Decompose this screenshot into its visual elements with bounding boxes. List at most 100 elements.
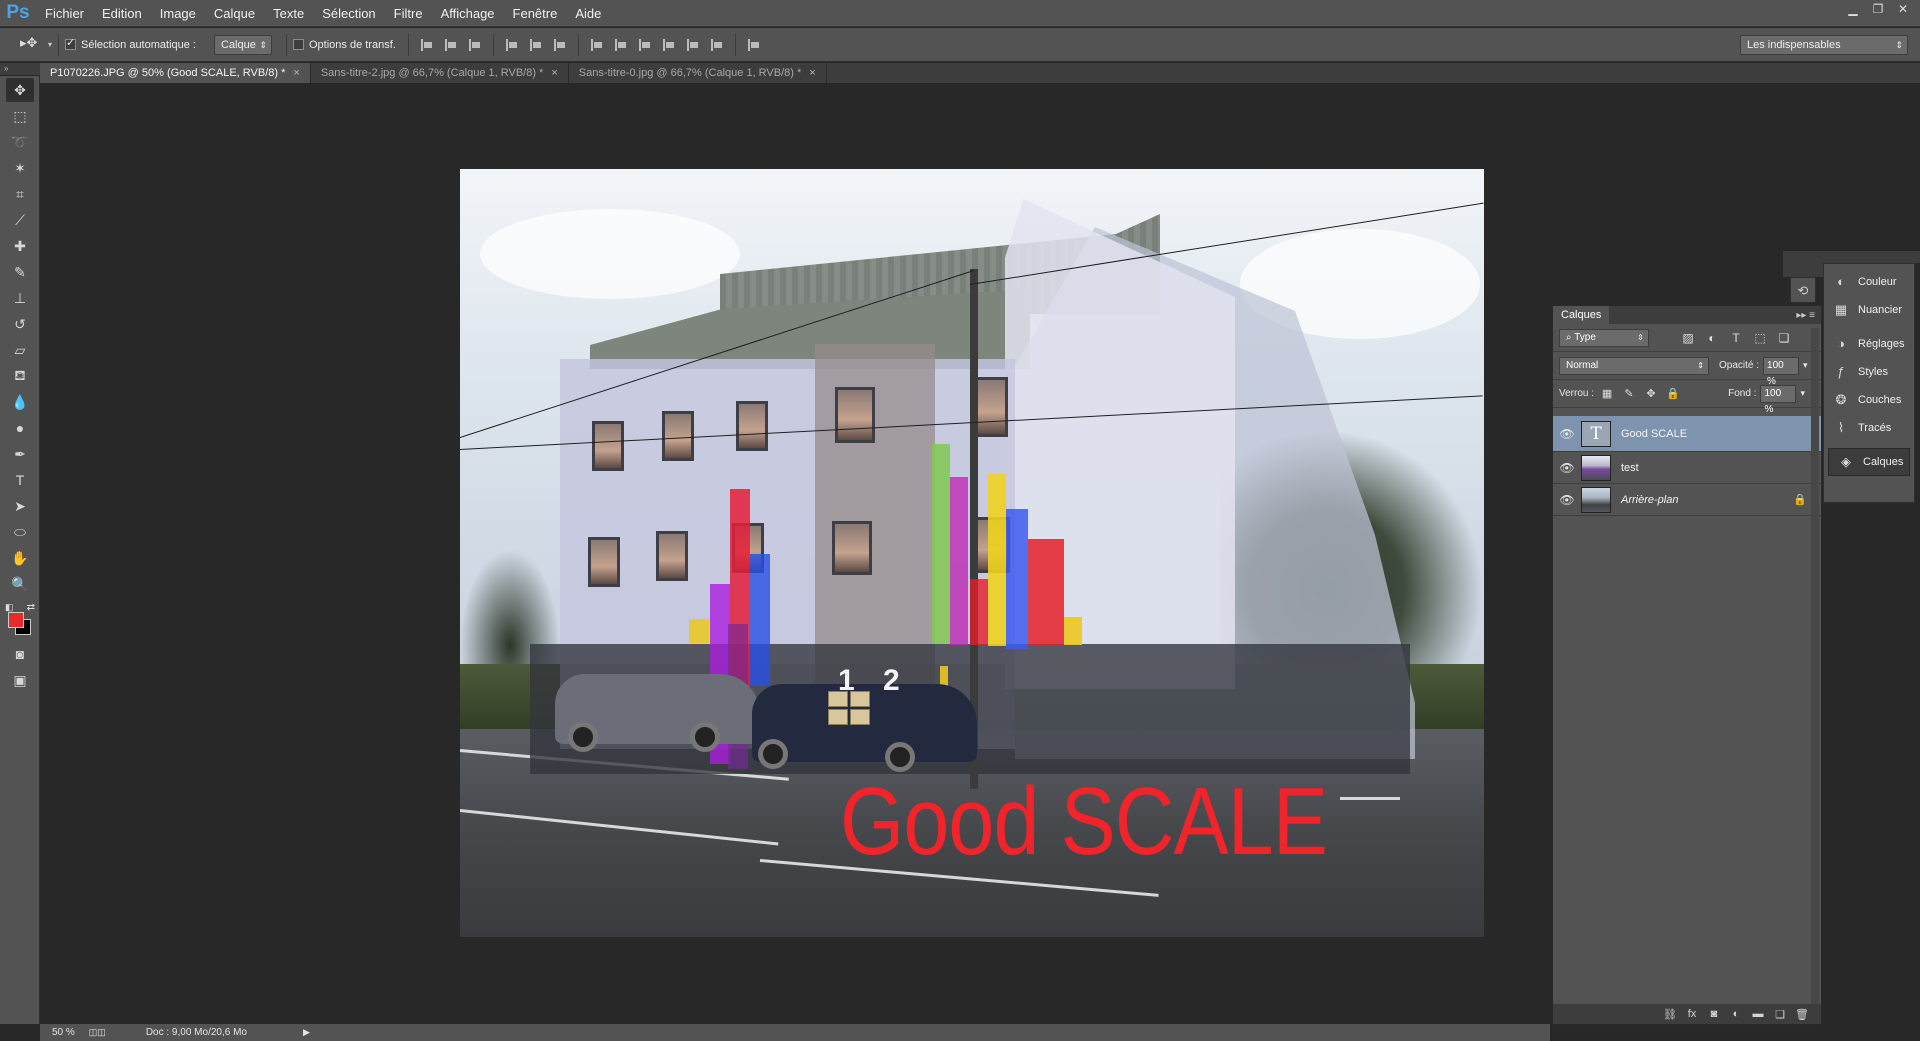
auto-align-layers-icon[interactable] bbox=[744, 35, 764, 55]
blend-mode-select[interactable]: Normal ⇕ bbox=[1559, 356, 1709, 375]
menu-selection[interactable]: Sélection bbox=[313, 0, 384, 27]
distribute-right-icon[interactable] bbox=[707, 35, 727, 55]
filter-shape-icon[interactable]: ⬚ bbox=[1751, 330, 1769, 346]
dodge-icon[interactable]: ● bbox=[6, 416, 34, 440]
tab-close-icon[interactable]: × bbox=[293, 67, 299, 79]
filter-type-icon[interactable]: T bbox=[1727, 330, 1745, 346]
visibility-eye-icon[interactable]: 👁 bbox=[1553, 427, 1581, 441]
history-panel-icon[interactable]: ⟲ bbox=[1790, 277, 1816, 303]
menu-affichage[interactable]: Affichage bbox=[432, 0, 504, 27]
toolbox-collapse-icon[interactable]: » bbox=[0, 63, 40, 75]
visibility-eye-icon[interactable]: 👁 bbox=[1553, 493, 1581, 507]
align-right-icon[interactable] bbox=[550, 35, 570, 55]
menu-texte[interactable]: Texte bbox=[264, 0, 313, 27]
restore-button[interactable]: ❐ bbox=[1867, 0, 1889, 18]
new-group-icon[interactable]: ▬ bbox=[1747, 1008, 1769, 1020]
align-bottom-icon[interactable] bbox=[465, 35, 485, 55]
opacity-dropdown-icon[interactable]: ▾ bbox=[1803, 360, 1808, 371]
panel-reglages[interactable]: ◑ Réglages bbox=[1824, 330, 1914, 358]
swap-colors-icon[interactable]: ⇄ bbox=[27, 602, 35, 613]
lock-all-icon[interactable]: 🔒 bbox=[1664, 386, 1682, 402]
healing-brush-icon[interactable]: ✚ bbox=[6, 234, 34, 258]
lock-pixels-icon[interactable]: ✎ bbox=[1620, 386, 1638, 402]
panel-nuancier[interactable]: ▦ Nuancier bbox=[1824, 296, 1914, 324]
menu-edition[interactable]: Edition bbox=[93, 0, 151, 27]
quick-mask-icon[interactable]: ◙ bbox=[6, 642, 34, 666]
workspace-select[interactable]: Les indispensables bbox=[1740, 34, 1908, 55]
auto-select-checkbox[interactable] bbox=[65, 36, 77, 50]
menu-calque[interactable]: Calque bbox=[205, 0, 264, 27]
move-tool-icon[interactable]: ✥ bbox=[6, 78, 34, 102]
menu-fichier[interactable]: Fichier bbox=[36, 0, 93, 27]
path-selection-icon[interactable]: ➤ bbox=[6, 494, 34, 518]
document-tab[interactable]: Sans-titre-0.jpg @ 66,7% (Calque 1, RVB/… bbox=[568, 63, 827, 83]
new-layer-icon[interactable]: ❏ bbox=[1769, 1008, 1791, 1021]
panel-styles[interactable]: ƒ Styles bbox=[1824, 358, 1914, 386]
zoom-icon[interactable]: 🔍 bbox=[6, 572, 34, 596]
menu-filtre[interactable]: Filtre bbox=[385, 0, 432, 27]
menu-image[interactable]: Image bbox=[151, 0, 205, 27]
pen-icon[interactable]: ✒ bbox=[6, 442, 34, 466]
fill-input[interactable]: 100 % bbox=[1760, 384, 1797, 415]
panel-couches[interactable]: ❂ Couches bbox=[1824, 386, 1914, 414]
auto-select-target-select[interactable]: Calque bbox=[213, 34, 272, 55]
preset-dropdown-icon[interactable]: ▾ bbox=[48, 40, 52, 49]
layer-filter-select[interactable]: ⌕ Type ⇕ bbox=[1559, 328, 1649, 347]
hand-icon[interactable]: ✋ bbox=[6, 546, 34, 570]
brush-icon[interactable]: ✎ bbox=[6, 260, 34, 284]
panel-scrollbar[interactable] bbox=[1811, 328, 1819, 1008]
align-top-icon[interactable] bbox=[417, 35, 437, 55]
document-tab[interactable]: P1070226.JPG @ 50% (Good SCALE, RVB/8) *… bbox=[40, 63, 311, 83]
crop-icon[interactable]: ⌗ bbox=[6, 182, 34, 206]
align-hcenter-icon[interactable] bbox=[526, 35, 546, 55]
panel-menu-icon[interactable]: ▸▸ ≡ bbox=[1796, 310, 1815, 321]
close-window-button[interactable]: ✕ bbox=[1892, 0, 1914, 18]
paint-bucket-icon[interactable]: ⛾ bbox=[6, 364, 34, 388]
lasso-icon[interactable]: ➰ bbox=[6, 130, 34, 154]
move-tool-preset-icon[interactable]: ▸✥ bbox=[20, 35, 42, 55]
distribute-top-icon[interactable] bbox=[587, 35, 607, 55]
opacity-input[interactable]: 100 % bbox=[1763, 356, 1800, 387]
align-left-icon[interactable] bbox=[502, 35, 522, 55]
distribute-left-icon[interactable] bbox=[659, 35, 679, 55]
panel-traces[interactable]: ⌇ Tracés bbox=[1824, 414, 1914, 442]
distribute-hcenter-icon[interactable] bbox=[683, 35, 703, 55]
layer-row-arriere-plan[interactable]: 👁 Arrière-plan 🔒 bbox=[1553, 484, 1821, 516]
clone-stamp-icon[interactable]: ⊥ bbox=[6, 286, 34, 310]
document-canvas[interactable]: 1 2 Good SCALE bbox=[460, 169, 1484, 937]
menu-aide[interactable]: Aide bbox=[566, 0, 610, 27]
tab-close-icon[interactable]: × bbox=[551, 67, 557, 79]
new-adjustment-icon[interactable]: ◐ bbox=[1725, 1008, 1747, 1020]
blur-icon[interactable]: 💧 bbox=[6, 390, 34, 414]
type-tool-icon[interactable]: T bbox=[6, 468, 34, 492]
panel-couleur[interactable]: ◐ Couleur bbox=[1824, 268, 1914, 296]
zoom-level[interactable]: 50 % bbox=[52, 1027, 75, 1038]
layers-panel-tab[interactable]: Calques bbox=[1553, 306, 1610, 324]
layer-row-test[interactable]: 👁 test bbox=[1553, 452, 1821, 484]
distribute-bottom-icon[interactable] bbox=[635, 35, 655, 55]
screen-mode-icon[interactable]: ▣ bbox=[6, 668, 34, 692]
eyedropper-icon[interactable]: ⟋ bbox=[6, 208, 34, 232]
tab-close-icon[interactable]: × bbox=[809, 67, 815, 79]
minimize-button[interactable]: ▁ bbox=[1842, 0, 1864, 18]
magic-wand-icon[interactable]: ✶ bbox=[6, 156, 34, 180]
filter-smart-object-icon[interactable]: ❏ bbox=[1775, 330, 1793, 346]
filter-adjustment-icon[interactable]: ◐ bbox=[1703, 330, 1721, 346]
rectangular-marquee-icon[interactable]: ⬚ bbox=[6, 104, 34, 128]
menu-fenetre[interactable]: Fenêtre bbox=[504, 0, 567, 27]
visibility-eye-icon[interactable]: 👁 bbox=[1553, 461, 1581, 475]
distribute-vcenter-icon[interactable] bbox=[611, 35, 631, 55]
layer-row-good-scale[interactable]: 👁 T Good SCALE bbox=[1553, 416, 1821, 452]
status-menu-arrow-icon[interactable]: ▶ bbox=[303, 1027, 310, 1038]
filter-pixel-icon[interactable]: ▨ bbox=[1679, 330, 1697, 346]
foreground-color-swatch[interactable] bbox=[8, 612, 24, 628]
status-info-icon[interactable]: ◫◫ bbox=[89, 1027, 106, 1038]
good-scale-text-layer[interactable]: Good SCALE bbox=[840, 774, 1328, 870]
history-brush-icon[interactable]: ↺ bbox=[6, 312, 34, 336]
eraser-icon[interactable]: ▱ bbox=[6, 338, 34, 362]
transform-options-checkbox[interactable] bbox=[292, 39, 304, 50]
ellipse-icon[interactable]: ⬭ bbox=[6, 520, 34, 544]
fill-dropdown-icon[interactable]: ▾ bbox=[1800, 388, 1805, 399]
add-layer-style-icon[interactable]: fx bbox=[1681, 1008, 1703, 1020]
delete-layer-icon[interactable]: 🗑 bbox=[1791, 1008, 1813, 1021]
